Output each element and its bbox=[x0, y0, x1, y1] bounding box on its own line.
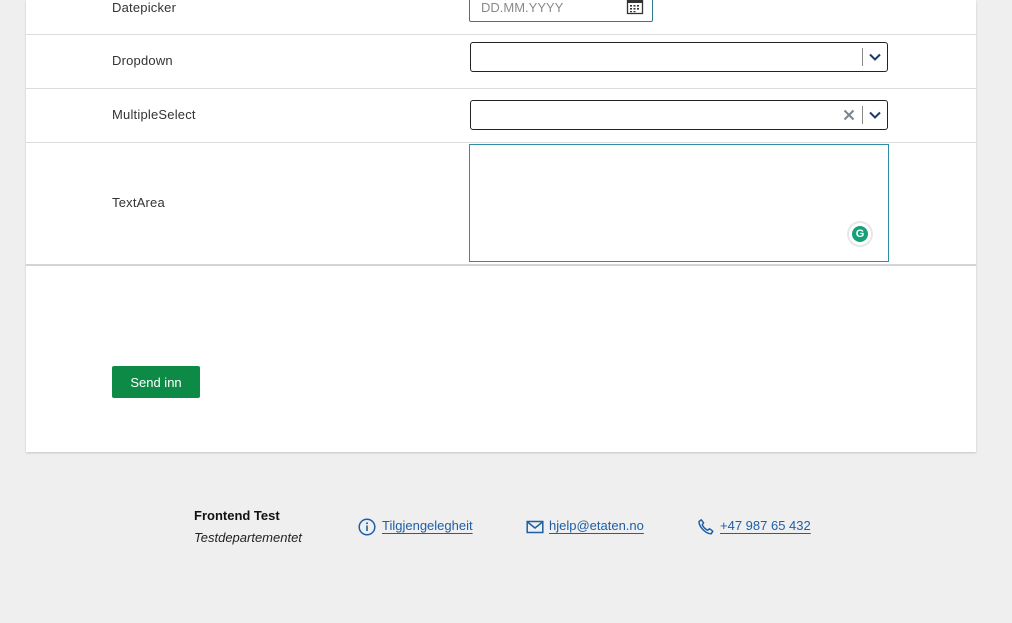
mail-icon bbox=[526, 520, 544, 534]
phone-link[interactable]: +47 987 65 432 bbox=[720, 518, 811, 533]
email-link[interactable]: hjelp@etaten.no bbox=[549, 518, 644, 533]
datepicker-label: Datepicker bbox=[112, 0, 177, 15]
chevron-down-icon[interactable] bbox=[868, 109, 882, 121]
textarea-label: TextArea bbox=[112, 195, 165, 210]
submit-button[interactable]: Send inn bbox=[112, 366, 200, 398]
dropdown-row: Dropdown bbox=[26, 34, 976, 89]
footer-department: Testdepartementet bbox=[194, 530, 302, 545]
dropdown-label: Dropdown bbox=[112, 53, 173, 68]
footer: Frontend Test Testdepartementet Tilgjeng… bbox=[0, 460, 1012, 623]
multiselect-row: MultipleSelect bbox=[26, 88, 976, 143]
multiselect-select[interactable] bbox=[470, 100, 888, 130]
dropdown-divider bbox=[862, 48, 863, 66]
grammarly-icon[interactable]: G bbox=[849, 223, 871, 245]
dropdown-select[interactable] bbox=[470, 42, 888, 72]
calendar-icon[interactable] bbox=[626, 0, 644, 15]
datepicker-input[interactable]: DD.MM.YYYY bbox=[469, 0, 653, 22]
form-card: Datepicker DD.MM.YYYY Dropdown MultipleS… bbox=[26, 0, 976, 452]
chevron-down-icon[interactable] bbox=[868, 51, 882, 63]
grammarly-icon-glyph: G bbox=[852, 226, 868, 242]
accessibility-link[interactable]: Tilgjengelegheit bbox=[382, 518, 473, 533]
close-icon[interactable] bbox=[843, 109, 855, 121]
multiselect-divider bbox=[862, 106, 863, 124]
phone-icon bbox=[698, 519, 714, 535]
datepicker-row: Datepicker DD.MM.YYYY bbox=[26, 0, 976, 35]
datepicker-placeholder: DD.MM.YYYY bbox=[481, 0, 564, 15]
info-icon bbox=[358, 518, 376, 536]
multiselect-label: MultipleSelect bbox=[112, 107, 196, 122]
textarea-input[interactable]: G bbox=[469, 144, 889, 262]
footer-org-name: Frontend Test bbox=[194, 508, 280, 523]
